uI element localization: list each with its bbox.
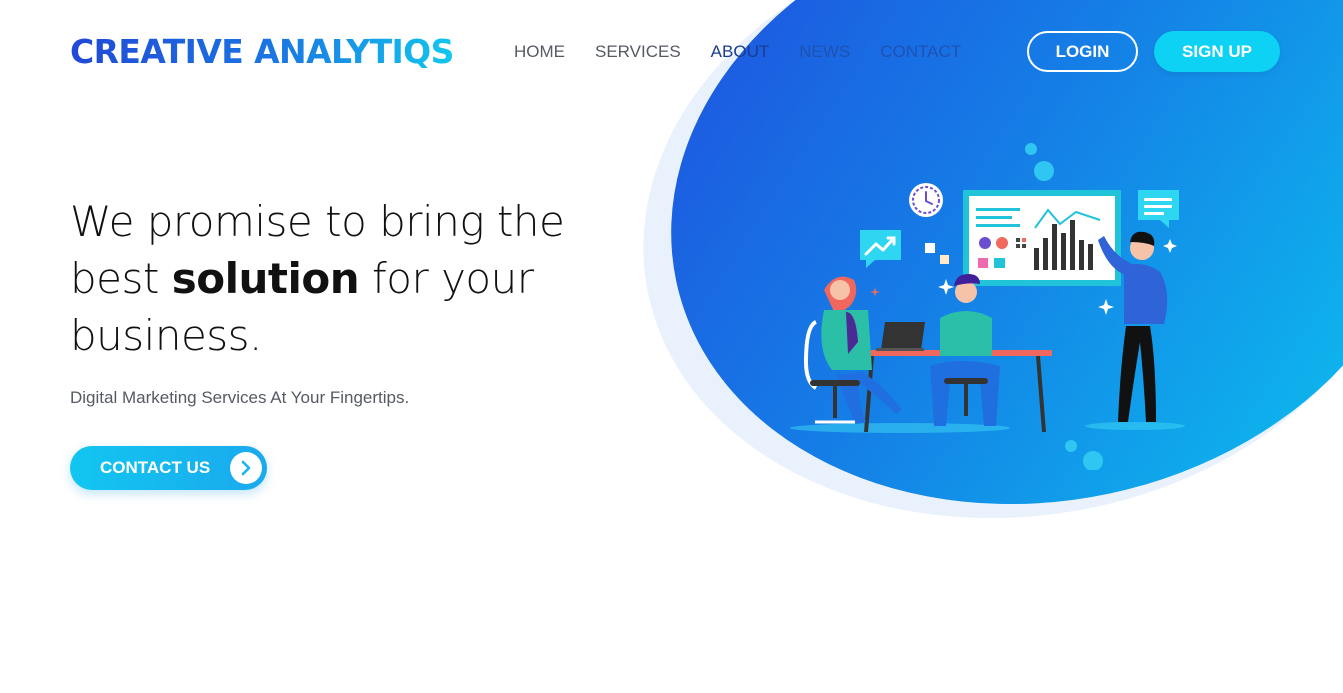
- nav-item-news[interactable]: NEWS: [799, 40, 850, 64]
- hero-title-bold: solution: [171, 254, 360, 303]
- contact-us-button[interactable]: CONTACT US: [70, 446, 267, 490]
- hero-title: We promise to bring the best solution fo…: [70, 193, 630, 364]
- nav-item-services[interactable]: SERVICES: [595, 40, 681, 64]
- team-analytics-illustration: [790, 143, 1185, 470]
- nav-item-home[interactable]: HOME: [514, 40, 565, 64]
- hero-subtitle: Digital Marketing Services At Your Finge…: [70, 388, 410, 407]
- nav-item-contact[interactable]: CONTACT: [880, 40, 961, 64]
- contact-us-label: CONTACT US: [100, 458, 211, 477]
- main-nav: HOME SERVICES ABOUT NEWS CONTACT: [514, 40, 961, 64]
- login-button[interactable]: LOGIN: [1027, 31, 1138, 72]
- brand-logo[interactable]: CREATIVE ANALYTIQS: [70, 30, 454, 74]
- chevron-right-icon: [230, 452, 262, 484]
- nav-item-about[interactable]: ABOUT: [711, 40, 770, 64]
- signup-button[interactable]: SIGN UP: [1154, 31, 1280, 72]
